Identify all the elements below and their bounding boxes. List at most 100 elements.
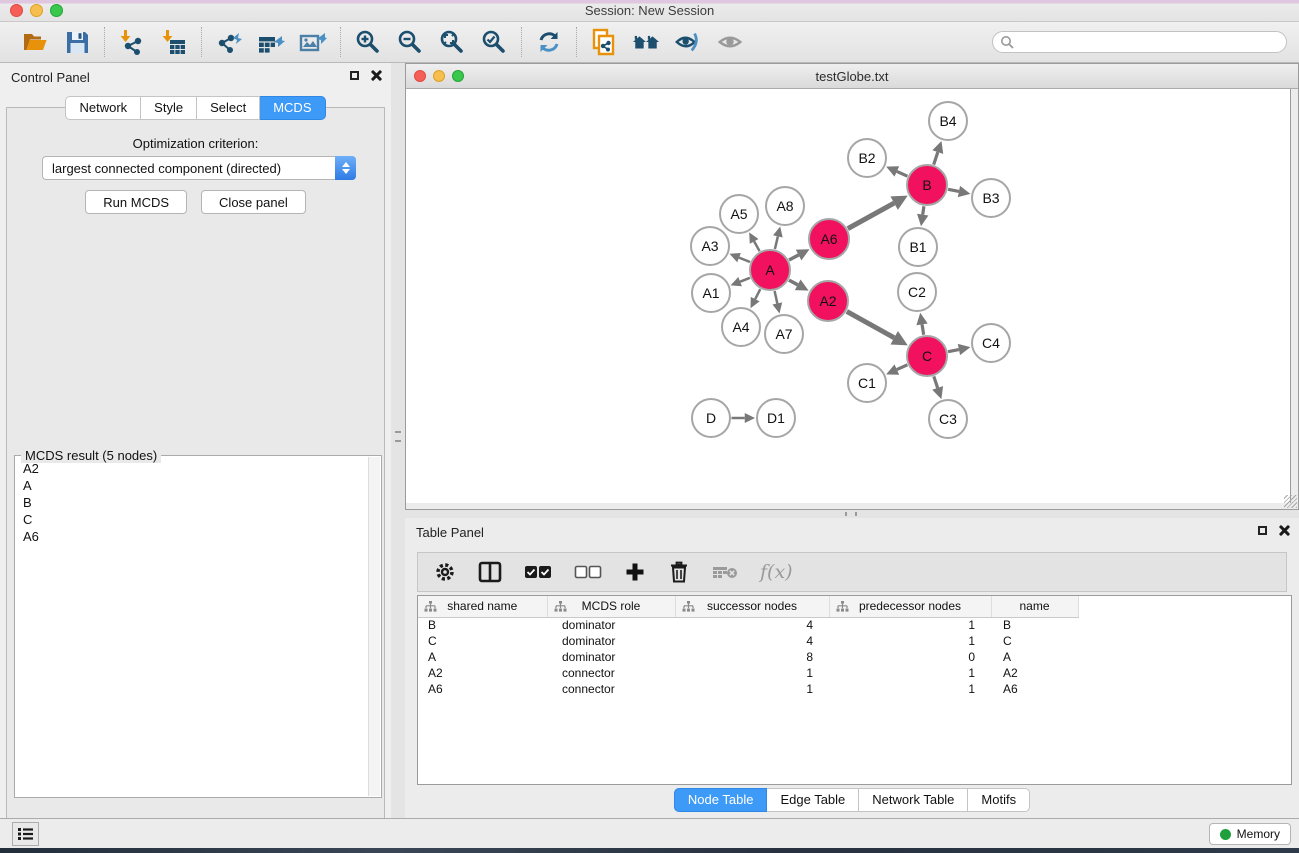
table-cell[interactable]: 1 [675,681,829,697]
add-column-icon[interactable] [624,560,646,584]
graph-edge-A-A8[interactable] [775,236,778,249]
tab-edge-table[interactable]: Edge Table [767,788,859,812]
task-history-button[interactable] [12,822,39,846]
table-cell[interactable]: A6 [418,681,547,697]
table-row[interactable]: Adominator80A [418,649,1291,665]
close-panel-icon[interactable] [370,70,381,81]
table-cell[interactable]: dominator [547,633,675,649]
table-row[interactable]: A6connector11A6 [418,681,1291,697]
table-cell[interactable]: connector [547,665,675,681]
graph-edge-A-A3[interactable] [739,258,750,262]
table-cell[interactable]: dominator [547,617,675,633]
column-header-MCDS-role[interactable]: MCDS role [547,596,675,617]
table-cell[interactable]: A [418,649,547,665]
resize-grip-icon[interactable] [1284,495,1297,508]
graph-edge-A6-B[interactable] [848,203,894,229]
network-canvas[interactable]: B4B2BB3A8A5A6B1A3AA1C2A2A4A7C4CC1C3DD1 [406,89,1291,503]
import-network-icon[interactable] [118,28,146,56]
eye-slash-icon[interactable] [674,28,702,56]
deselect-all-icon[interactable] [574,560,602,584]
trash-icon[interactable] [668,560,690,584]
open-session-icon[interactable] [21,28,49,56]
close-panel-button[interactable]: Close panel [201,190,306,214]
export-table-icon[interactable] [257,28,285,56]
table-row[interactable]: Cdominator41C [418,633,1291,649]
table-cell[interactable]: dominator [547,649,675,665]
graph-edge-A2-C[interactable] [847,311,894,337]
table-cell[interactable]: A [991,649,1078,665]
table-cell[interactable]: 0 [829,649,991,665]
horizontal-splitter[interactable] [405,510,1299,518]
result-scrollbar[interactable] [368,457,380,796]
zoom-fit-icon[interactable] [438,28,466,56]
houses-icon[interactable] [632,28,660,56]
tab-network[interactable]: Network [65,96,141,120]
zoom-in-icon[interactable] [354,28,382,56]
graph-edge-B-B4[interactable] [934,152,938,164]
tab-network-table[interactable]: Network Table [859,788,968,812]
table-cell[interactable]: connector [547,681,675,697]
tab-select[interactable]: Select [197,96,260,120]
float-panel-icon[interactable] [350,71,359,80]
result-item[interactable]: A [16,477,368,494]
vertical-splitter[interactable] [391,63,405,818]
search-input[interactable] [992,31,1287,53]
graph-edge-A-A6[interactable] [789,255,799,260]
table-cell[interactable]: B [418,617,547,633]
result-item[interactable]: A2 [16,460,368,477]
tab-style[interactable]: Style [141,96,197,120]
result-item[interactable]: C [16,511,368,528]
graph-edge-C-C3[interactable] [934,376,938,388]
graph-edge-A-A2[interactable] [789,280,798,285]
save-session-icon[interactable] [63,28,91,56]
zoom-selected-icon[interactable] [480,28,508,56]
import-table-icon[interactable] [160,28,188,56]
optimization-criterion-dropdown[interactable]: largest connected component (directed) [42,156,356,180]
graph-edge-A-A7[interactable] [775,291,778,303]
column-header-predecessor-nodes[interactable]: predecessor nodes [829,596,991,617]
table-row[interactable]: A2connector11A2 [418,665,1291,681]
graph-edge-B-B1[interactable] [923,206,924,214]
column-header-successor-nodes[interactable]: successor nodes [675,596,829,617]
graph-edge-A-A1[interactable] [740,278,750,282]
column-header-shared-name[interactable]: shared name [418,596,547,617]
table-cell[interactable]: A2 [991,665,1078,681]
table-cell[interactable]: 4 [675,633,829,649]
table-cell[interactable]: A2 [418,665,547,681]
table-cell[interactable]: B [991,617,1078,633]
memory-button[interactable]: Memory [1209,823,1291,845]
table-cell[interactable]: 1 [829,617,991,633]
select-all-icon[interactable] [524,560,552,584]
graph-edge-A-A5[interactable] [754,241,759,251]
graph-edge-C-C1[interactable] [897,365,908,370]
tab-mcds[interactable]: MCDS [260,96,325,120]
tab-motifs[interactable]: Motifs [968,788,1030,812]
network-window-titlebar[interactable]: testGlobe.txt [406,64,1298,89]
gear-icon[interactable] [434,560,456,584]
table-cell[interactable]: 1 [675,665,829,681]
export-network-icon[interactable] [215,28,243,56]
graph-edge-A-A4[interactable] [755,289,760,299]
graph-edge-C-C2[interactable] [922,324,924,334]
graph-edge-C-C4[interactable] [948,350,959,352]
table-cell[interactable]: C [418,633,547,649]
result-item[interactable]: A6 [16,528,368,545]
column-header-name[interactable]: name [991,596,1078,617]
float-panel-icon[interactable] [1258,526,1267,535]
result-item[interactable]: B [16,494,368,511]
table-cell[interactable]: 4 [675,617,829,633]
export-image-icon[interactable] [299,28,327,56]
table-row[interactable]: Bdominator41B [418,617,1291,633]
delete-table-icon[interactable] [712,560,738,584]
copy-documents-icon[interactable] [590,28,618,56]
refresh-layout-icon[interactable] [535,28,563,56]
table-cell[interactable]: 1 [829,665,991,681]
columns-icon[interactable] [478,560,502,584]
function-builder-icon[interactable]: f(x) [760,560,793,584]
run-mcds-button[interactable]: Run MCDS [85,190,187,214]
close-panel-icon[interactable] [1278,525,1289,536]
table-cell[interactable]: A6 [991,681,1078,697]
table-cell[interactable]: 8 [675,649,829,665]
zoom-out-icon[interactable] [396,28,424,56]
graph-edge-B-B2[interactable] [897,171,908,176]
